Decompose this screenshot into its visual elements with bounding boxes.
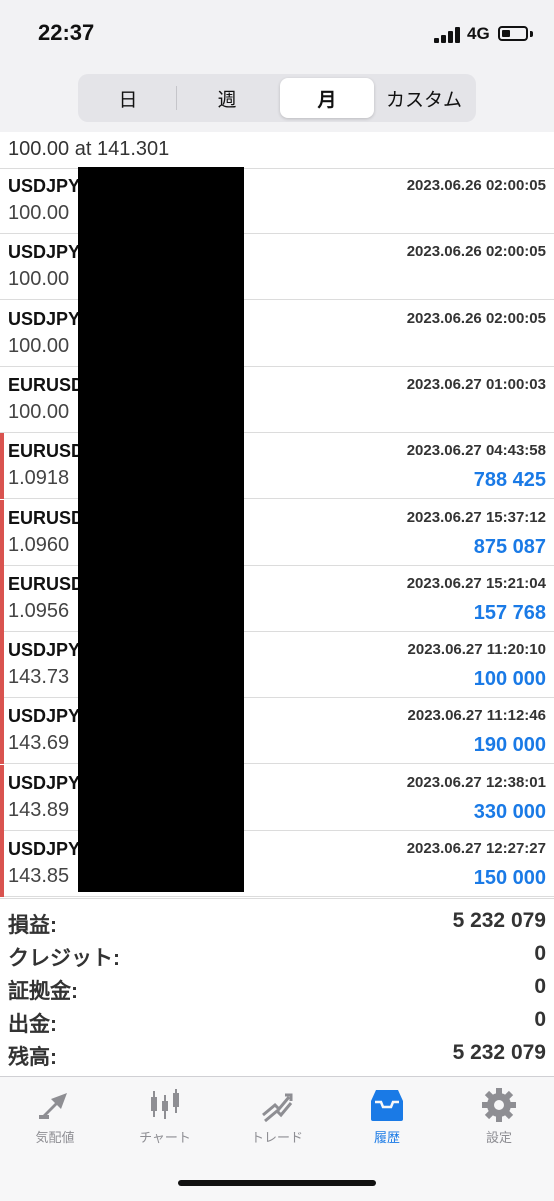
position-marker xyxy=(0,632,4,699)
trade-datetime: 2023.06.27 15:37:12 xyxy=(406,508,546,526)
trade-price: 100.00 xyxy=(8,268,70,291)
tab-history[interactable]: 履歴 xyxy=(342,1087,432,1149)
tab-trade[interactable]: トレード xyxy=(232,1087,322,1149)
position-marker xyxy=(0,764,4,831)
trade-symbol: USDJPY xyxy=(8,308,81,329)
trade-symbol: USDJPY xyxy=(8,176,81,196)
status-time: 22:37 xyxy=(38,20,95,45)
trade-profit: 157 768 xyxy=(473,601,546,624)
summary-value: 5 232 079 xyxy=(452,909,546,932)
divider xyxy=(176,86,177,110)
signal-icon xyxy=(434,27,462,43)
trade-profit: 875 087 xyxy=(473,535,546,558)
home-indicator[interactable] xyxy=(178,1180,376,1186)
trade-price: 100.00 xyxy=(8,202,70,224)
tab-custom[interactable]: カスタム xyxy=(376,78,472,118)
trade-datetime: 2023.06.26 02:00:05 xyxy=(406,243,546,261)
trade-datetime: 2023.06.27 15:21:04 xyxy=(406,574,546,592)
trade-price: 143.73 xyxy=(8,666,70,689)
trade-symbol: EURUSD xyxy=(8,441,85,462)
tab-quotes[interactable]: 気配値 xyxy=(10,1087,100,1149)
summary-label: 証拠金: xyxy=(8,980,78,1003)
tab-month[interactable]: 月 xyxy=(280,78,374,118)
network-type: 4G xyxy=(467,24,490,43)
trade-symbol: EURUSD xyxy=(8,374,85,395)
position-marker xyxy=(0,433,4,500)
trade-price: 1.0960 xyxy=(8,533,70,556)
trade-symbol: USDJPY xyxy=(8,706,81,727)
trade-price: 1.0956 xyxy=(8,599,70,622)
trade-datetime: 2023.06.26 02:00:05 xyxy=(406,309,546,327)
trade-profit: 100 000 xyxy=(473,668,546,691)
trade-price: 100.00 xyxy=(8,334,70,357)
trade-symbol: USDJPY xyxy=(8,839,81,859)
summary-label: クレジット: xyxy=(8,947,120,970)
account-summary: 損益: 5 232 079 クレジット: 0 証拠金: 0 出金: 0 残高: … xyxy=(0,898,554,1077)
position-marker xyxy=(0,499,4,566)
trade-symbol: EURUSD xyxy=(8,573,85,594)
tab-settings[interactable]: 設定 xyxy=(454,1087,544,1149)
tab-label: 履歴 xyxy=(373,1130,400,1145)
tab-day[interactable]: 日 xyxy=(82,78,174,118)
tab-week[interactable]: 週 xyxy=(178,78,276,118)
summary-balance-row: 残高: 5 232 079 xyxy=(0,1039,554,1072)
tab-label: 設定 xyxy=(485,1130,512,1145)
trade-price: 100.00 xyxy=(8,400,70,423)
summary-value: 0 xyxy=(534,942,546,965)
trade-history-list[interactable]: 100.00 at 141.301 USDJPY 100.00 2023.06.26… xyxy=(0,132,554,898)
tab-label: 気配値 xyxy=(35,1130,75,1145)
chart-icon xyxy=(151,1089,179,1119)
trade-symbol: USDJPY xyxy=(8,640,81,661)
redaction-block xyxy=(78,167,244,892)
trade-datetime: 2023.06.27 12:27:27 xyxy=(406,840,546,857)
trade-price: 143.69 xyxy=(8,732,70,755)
settings-icon xyxy=(482,1088,516,1122)
position-marker xyxy=(0,565,4,632)
period-selector: 日 週 月 カスタム xyxy=(78,74,476,122)
trade-price: 143.89 xyxy=(8,798,70,821)
summary-credit-row: クレジット: 0 xyxy=(0,940,554,973)
summary-value: 0 xyxy=(534,975,546,998)
quotes-icon xyxy=(39,1093,67,1119)
trade-symbol: USDJPY xyxy=(8,772,81,793)
summary-value: 0 xyxy=(534,1008,546,1031)
summary-value: 5 232 079 xyxy=(452,1041,546,1064)
battery-icon xyxy=(498,26,528,41)
trade-profit: 788 425 xyxy=(473,469,546,492)
status-bar: 22:37 4G xyxy=(0,0,554,70)
tab-chart[interactable]: チャート xyxy=(120,1087,210,1149)
history-icon xyxy=(371,1090,403,1121)
position-marker xyxy=(0,831,4,897)
trade-datetime: 2023.06.27 11:12:46 xyxy=(407,707,546,725)
trade-datetime: 2023.06.27 11:20:10 xyxy=(407,641,546,659)
tab-label: チャート xyxy=(139,1130,191,1145)
position-marker xyxy=(0,698,4,765)
summary-margin-row: 証拠金: 0 xyxy=(0,973,554,1006)
trade-datetime: 2023.06.27 01:00:03 xyxy=(406,375,546,393)
trade-datetime: 2023.06.27 04:43:58 xyxy=(406,442,546,460)
trade-profit: 150 000 xyxy=(473,867,546,889)
summary-label: 出金: xyxy=(8,1013,57,1036)
trade-price: 143.85 xyxy=(8,865,70,887)
summary-withdrawal-row: 出金: 0 xyxy=(0,1006,554,1039)
trade-datetime: 2023.06.26 02:00:05 xyxy=(406,177,546,194)
trade-symbol: EURUSD xyxy=(8,507,85,528)
trade-profit: 190 000 xyxy=(473,734,546,757)
summary-profit-row: 損益: 5 232 079 xyxy=(0,907,554,940)
summary-label: 残高: xyxy=(8,1046,57,1069)
trade-symbol: USDJPY xyxy=(8,242,81,263)
trade-icon xyxy=(262,1093,293,1123)
tab-label: トレード xyxy=(250,1130,303,1145)
trade-datetime: 2023.06.27 12:38:01 xyxy=(406,773,546,791)
partial-row-text: 100.00 at 141.301 xyxy=(8,138,170,160)
summary-label: 損益: xyxy=(8,914,57,937)
trade-price: 1.0918 xyxy=(8,467,70,490)
list-item[interactable]: 100.00 at 141.301 xyxy=(0,132,554,169)
trade-profit: 330 000 xyxy=(473,800,546,823)
